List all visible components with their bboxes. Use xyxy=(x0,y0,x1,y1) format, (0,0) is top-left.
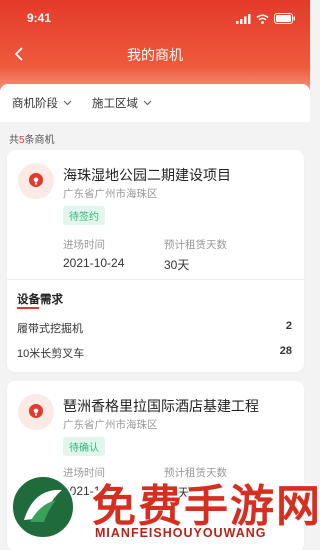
battery-icon xyxy=(274,13,295,24)
signal-icon xyxy=(236,13,251,24)
lightbulb-icon xyxy=(29,404,43,418)
page-title: 我的商机 xyxy=(127,47,183,63)
equipment-qty: 28 xyxy=(279,345,292,357)
wifi-icon xyxy=(256,14,269,24)
equipment-row: 履带式挖掘机 2 xyxy=(17,320,292,336)
chevron-down-icon xyxy=(63,100,72,106)
project-title: 琶洲香格里拉国际酒店基建工程 xyxy=(63,398,259,414)
divider xyxy=(7,279,304,280)
entry-time-label: 进场时间 xyxy=(63,239,105,251)
status-badge: 待签约 xyxy=(63,206,105,225)
entry-time-value: 2021-10-24 xyxy=(63,256,125,270)
status-icons xyxy=(236,13,296,24)
count-suffix: 条商机 xyxy=(24,135,55,146)
equipment-row: 10米长剪叉车 28 xyxy=(17,345,292,361)
filter-bar: 商机阶段 施工区域 xyxy=(0,84,310,122)
project-location: 广东省广州市海珠区 xyxy=(63,188,158,200)
watermark-subtitle: MIANFEISHOUYOUWANG xyxy=(95,526,267,540)
result-count: 共5条商机 xyxy=(9,131,55,146)
filter-stage-dropdown[interactable]: 商机阶段 xyxy=(12,95,72,111)
chevron-down-icon xyxy=(143,100,152,106)
watermark-title: 免费手游网 xyxy=(92,481,320,532)
status-time: 9:41 xyxy=(27,11,52,25)
header-background: 9:41 我的商机 xyxy=(0,0,310,96)
watermark: 免费手游网 MIANFEISHOUYOUWANG xyxy=(0,468,320,550)
filter-area-label: 施工区域 xyxy=(92,98,138,110)
watermark-logo-icon xyxy=(11,475,75,539)
equipment-qty: 2 xyxy=(285,320,292,332)
nav-bar: 我的商机 xyxy=(0,42,310,66)
opportunity-card[interactable]: 海珠湿地公园二期建设项目 广东省广州市海珠区 待签约 进场时间 预计租赁天数 2… xyxy=(7,150,304,372)
project-location: 广东省广州市海珠区 xyxy=(63,419,158,431)
lightbulb-icon xyxy=(29,173,43,187)
rental-days-label: 预计租赁天数 xyxy=(164,239,227,251)
status-bar: 9:41 xyxy=(0,10,310,28)
filter-area-dropdown[interactable]: 施工区域 xyxy=(92,95,152,111)
status-badge: 待确认 xyxy=(63,437,105,456)
filter-stage-label: 商机阶段 xyxy=(12,98,58,110)
equipment-name: 履带式挖掘机 xyxy=(17,323,83,335)
equipment-section-title: 设备需求 xyxy=(17,291,63,309)
project-icon xyxy=(18,394,54,430)
count-prefix: 共 xyxy=(9,135,19,146)
equipment-name: 10米长剪叉车 xyxy=(17,348,85,360)
project-icon xyxy=(18,163,54,199)
project-title: 海珠湿地公园二期建设项目 xyxy=(63,167,231,183)
rental-days-value: 30天 xyxy=(164,258,190,272)
